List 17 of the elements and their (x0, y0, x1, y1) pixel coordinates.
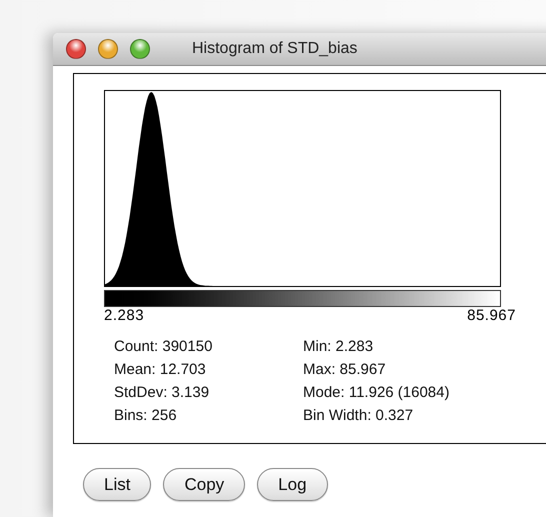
action-button[interactable]: Copy (163, 468, 246, 501)
close-button[interactable] (66, 39, 86, 59)
minimize-button[interactable] (98, 39, 118, 59)
statistic-text: Mean: 12.703 (114, 360, 207, 380)
window-title: Histogram of STD_bias (192, 39, 358, 59)
statistic-text: Bins: 256 (114, 406, 178, 426)
action-button[interactable]: List (83, 468, 152, 501)
statistic-text: Mode: 11.926 (16084) (303, 383, 450, 403)
statistic-text: Bin Width: 0.327 (303, 406, 414, 426)
statistic-text: StdDev: 3.139 (114, 383, 210, 403)
statistic-text: Min: 2.283 (303, 337, 374, 357)
max-value-label: 85.967 (467, 307, 516, 325)
statistic-text: Max: 85.967 (303, 360, 387, 380)
statistic-text: Count: 390150 (114, 337, 214, 357)
action-button[interactable]: Log (257, 468, 328, 501)
min-value-label: 2.283 (104, 307, 144, 325)
zoom-button[interactable] (130, 39, 150, 59)
